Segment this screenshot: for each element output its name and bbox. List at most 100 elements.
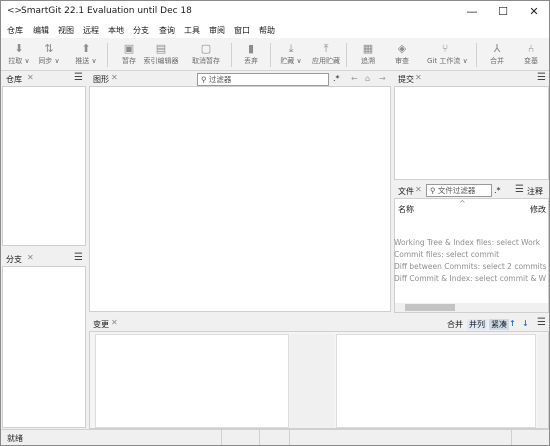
rebase-button[interactable]: ⑃ 变基: [513, 40, 549, 69]
commit-panel-header: 提交 ✕ ☰: [394, 72, 549, 86]
review-icon: ◈: [397, 42, 407, 55]
close-icon[interactable]: ✕: [111, 318, 118, 327]
stage-icon: ▣: [123, 42, 135, 55]
menu-help[interactable]: 帮助: [259, 25, 275, 36]
home-icon[interactable]: ⌂: [365, 74, 370, 83]
push-button[interactable]: ⬆ 推送 ∨: [68, 40, 104, 69]
close-icon[interactable]: ✕: [415, 73, 422, 82]
sync-button[interactable]: ⇅ 同步 ∨: [31, 40, 67, 69]
file-info-line: Diff between Commits: select 2 commits: [394, 262, 547, 271]
files-panel-title: 文件: [398, 187, 414, 196]
merge-icon: ⅄: [493, 42, 501, 55]
file-filter-input[interactable]: ⚲ 文件过滤器: [426, 184, 492, 197]
search-icon: ⚲: [430, 186, 436, 195]
status-separator: [289, 430, 290, 445]
vertical-scrollbar[interactable]: [538, 334, 548, 428]
push-icon: ⬆: [81, 42, 91, 55]
discard-button[interactable]: ▮ 丢弃: [233, 40, 269, 69]
arrow-right-icon[interactable]: →: [379, 74, 386, 83]
blame-icon: ▦: [362, 42, 374, 55]
index-editor-button[interactable]: ▤ 索引编辑器: [143, 40, 179, 69]
sort-ascending-icon: ^: [459, 199, 466, 208]
toolbar-separator: [107, 43, 108, 67]
regex-toggle[interactable]: .*: [494, 186, 501, 195]
close-icon[interactable]: ✕: [27, 253, 34, 262]
merge-view-toggle[interactable]: 合并: [447, 319, 463, 330]
apply-stash-icon: ⤒: [323, 42, 329, 55]
menu-branch[interactable]: 分支: [133, 25, 149, 36]
branches-panel[interactable]: [2, 266, 86, 428]
merge-button[interactable]: ⅄ 合并: [479, 40, 515, 69]
menu-tools[interactable]: 工具: [184, 25, 200, 36]
menu-review[interactable]: 审阅: [209, 25, 225, 36]
compact-toggle[interactable]: 紧凑: [489, 319, 509, 330]
toolbar-separator: [346, 43, 347, 67]
branches-panel-header: 分支 ✕ ☰: [2, 252, 86, 266]
close-button[interactable]: ✕: [519, 1, 549, 23]
menu-edit[interactable]: 编辑: [33, 25, 49, 36]
toolbar-separator: [231, 43, 232, 67]
toolbar-separator: [476, 43, 477, 67]
menu-icon[interactable]: ☰: [74, 72, 83, 83]
rebase-icon: ⑃: [527, 42, 535, 55]
stash-button[interactable]: ⤓ 贮藏 ∨: [273, 40, 309, 69]
repositories-panel[interactable]: [2, 86, 86, 246]
commit-panel-title: 提交: [398, 75, 414, 84]
file-info-line: Diff Commit & Index: select commit & W: [394, 274, 547, 283]
close-icon[interactable]: ✕: [27, 73, 34, 82]
files-panel-header: 文件 ✕ ⚲ 文件过滤器 .* ☰ 注释: [394, 184, 549, 198]
menu-window[interactable]: 窗口: [234, 25, 250, 36]
repositories-panel-header: 仓库 ✕ ☰: [2, 72, 86, 86]
side-by-side-toggle[interactable]: 并列: [467, 319, 487, 330]
status-bar: 就绪: [1, 429, 549, 445]
next-change-icon[interactable]: ↓: [522, 319, 529, 328]
regex-toggle[interactable]: .*: [333, 74, 340, 83]
close-icon[interactable]: ✕: [415, 185, 422, 194]
status-separator: [259, 430, 260, 445]
changes-panel-header: 变更 ✕ 合并 并列 紧凑 ↑ ↓ ☰: [89, 317, 549, 331]
close-icon[interactable]: ✕: [111, 73, 118, 82]
repositories-panel-title: 仓库: [6, 75, 22, 84]
review-button[interactable]: ◈ 审查: [384, 40, 420, 69]
index-editor-icon: ▤: [155, 42, 167, 55]
status-text: 就绪: [7, 434, 23, 443]
graph-panel[interactable]: [89, 86, 391, 312]
menu-view[interactable]: 视图: [58, 25, 74, 36]
column-header-name[interactable]: 名称: [398, 204, 414, 215]
graph-panel-title: 图形: [93, 75, 109, 84]
toolbar-separator: [270, 43, 271, 67]
blame-button[interactable]: ▦ 追溯: [350, 40, 386, 69]
scrollbar-thumb[interactable]: [405, 304, 455, 311]
toolbar: ⬇ 拉取 ∨ ⇅ 同步 ∨ ⬆ 推送 ∨ ▣ 暂存 ▤ 索引编辑器 ▢ 取消暂存 ▮ 丢弃 ⤓…: [1, 38, 549, 71]
maximize-button[interactable]: ☐: [488, 1, 518, 23]
git-flow-button[interactable]: ⑂ Git 工作流 ∨: [427, 40, 468, 69]
changes-panel: [89, 331, 549, 429]
menu-remote[interactable]: 远程: [83, 25, 99, 36]
menu-repository[interactable]: 仓库: [7, 25, 23, 36]
arrow-left-icon[interactable]: ←: [351, 74, 358, 83]
graph-filter-input[interactable]: ⚲ 过滤器: [197, 73, 329, 86]
apply-stash-button[interactable]: ⤒ 应用贮藏: [308, 40, 344, 69]
menu-icon[interactable]: ☰: [537, 72, 546, 83]
stage-button[interactable]: ▣ 暂存: [111, 40, 147, 69]
previous-change-icon[interactable]: ↑: [509, 319, 516, 328]
menu-query[interactable]: 查询: [159, 25, 175, 36]
column-header-modified[interactable]: 修改: [530, 204, 546, 215]
menu-icon[interactable]: ☰: [515, 184, 524, 195]
status-separator: [511, 430, 512, 445]
graph-filter-placeholder: 过滤器: [208, 75, 232, 84]
stash-icon: ⤓: [288, 42, 294, 55]
diff-right-editor[interactable]: [336, 334, 536, 428]
unstage-button[interactable]: ▢ 取消暂存: [188, 40, 224, 69]
menu-local[interactable]: 本地: [108, 25, 124, 36]
menu-icon[interactable]: ☰: [74, 252, 83, 263]
discard-icon: ▮: [247, 42, 255, 55]
commit-message-area[interactable]: [394, 86, 549, 180]
diff-left-editor[interactable]: [95, 334, 289, 428]
menu-icon[interactable]: ☰: [537, 317, 546, 328]
window-title: SmartGit 22.1 Evaluation until Dec 18: [21, 6, 192, 16]
notes-panel-title: 注释: [527, 187, 543, 196]
minimize-button[interactable]: —: [457, 1, 487, 23]
file-filter-placeholder: 文件过滤器: [437, 186, 476, 195]
horizontal-scrollbar[interactable]: [395, 303, 548, 312]
